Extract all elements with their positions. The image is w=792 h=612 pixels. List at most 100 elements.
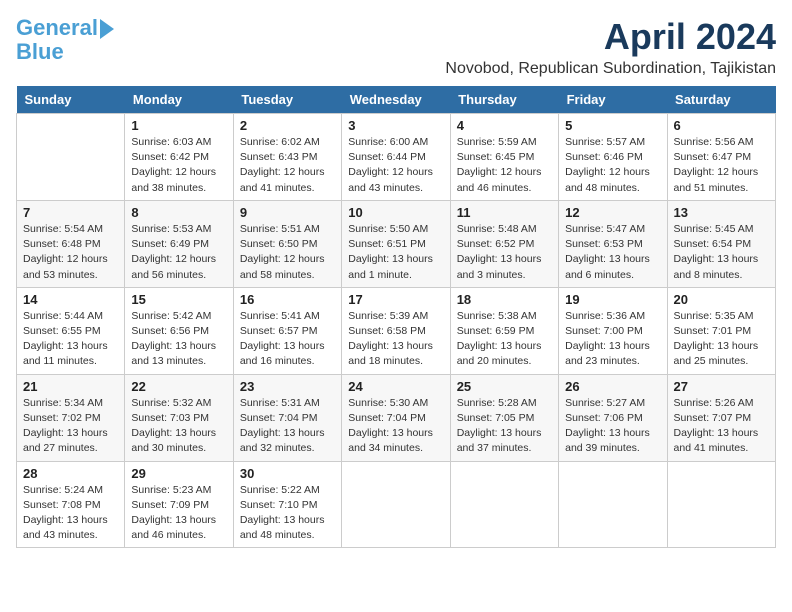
day-info: Sunrise: 5:22 AMSunset: 7:10 PMDaylight:… xyxy=(240,483,335,544)
day-number: 20 xyxy=(674,292,769,307)
day-number: 24 xyxy=(348,379,443,394)
day-number: 14 xyxy=(23,292,118,307)
week-row-1: 1 Sunrise: 6:03 AMSunset: 6:42 PMDaylight… xyxy=(17,114,776,201)
calendar-cell: 4Sunrise: 5:59 AMSunset: 6:45 PMDaylight… xyxy=(450,114,558,201)
calendar-cell: 7 Sunrise: 5:54 AMSunset: 6:48 PMDaylight… xyxy=(17,200,125,287)
logo: General Blue xyxy=(16,16,114,64)
calendar-cell: 19 Sunrise: 5:36 AMSunset: 7:00 PMDayligh… xyxy=(559,287,667,374)
day-info: Sunrise: 5:23 AMSunset: 7:09 PMDaylight:… xyxy=(131,483,226,544)
calendar-cell: 6Sunrise: 5:56 AMSunset: 6:47 PMDaylight… xyxy=(667,114,775,201)
day-info: Sunrise: 5:47 AMSunset: 6:53 PMDaylight:… xyxy=(565,222,660,283)
calendar-cell xyxy=(17,114,125,201)
calendar-cell: 9Sunrise: 5:51 AMSunset: 6:50 PMDaylight… xyxy=(233,200,341,287)
calendar-cell: 30Sunrise: 5:22 AMSunset: 7:10 PMDayligh… xyxy=(233,461,341,548)
calendar-cell: 24 Sunrise: 5:30 AMSunset: 7:04 PMDayligh… xyxy=(342,374,450,461)
calendar-cell: 25 Sunrise: 5:28 AMSunset: 7:05 PMDayligh… xyxy=(450,374,558,461)
day-info: Sunrise: 5:50 AMSunset: 6:51 PMDaylight:… xyxy=(348,222,443,283)
week-row-5: 28Sunrise: 5:24 AMSunset: 7:08 PMDayligh… xyxy=(17,461,776,548)
week-row-4: 21Sunrise: 5:34 AMSunset: 7:02 PMDayligh… xyxy=(17,374,776,461)
calendar-cell: 8 Sunrise: 5:53 AMSunset: 6:49 PMDaylight… xyxy=(125,200,233,287)
day-info: Sunrise: 5:34 AMSunset: 7:02 PMDaylight:… xyxy=(23,396,118,457)
calendar-table: SundayMondayTuesdayWednesdayThursdayFrid… xyxy=(16,86,776,548)
day-number: 9 xyxy=(240,205,335,220)
calendar-cell: 2Sunrise: 6:02 AMSunset: 6:43 PMDaylight… xyxy=(233,114,341,201)
day-info: Sunrise: 6:03 AMSunset: 6:42 PMDaylight:… xyxy=(131,135,226,196)
day-info: Sunrise: 5:45 AMSunset: 6:54 PMDaylight:… xyxy=(674,222,769,283)
calendar-cell xyxy=(450,461,558,548)
day-info: Sunrise: 5:26 AMSunset: 7:07 PMDaylight:… xyxy=(674,396,769,457)
day-number: 7 xyxy=(23,205,118,220)
day-number: 29 xyxy=(131,466,226,481)
calendar-cell: 28Sunrise: 5:24 AMSunset: 7:08 PMDayligh… xyxy=(17,461,125,548)
day-info: Sunrise: 5:41 AMSunset: 6:57 PMDaylight:… xyxy=(240,309,335,370)
day-info: Sunrise: 5:30 AMSunset: 7:04 PMDaylight:… xyxy=(348,396,443,457)
calendar-cell xyxy=(342,461,450,548)
day-info: Sunrise: 5:39 AMSunset: 6:58 PMDaylight:… xyxy=(348,309,443,370)
calendar-cell: 21Sunrise: 5:34 AMSunset: 7:02 PMDayligh… xyxy=(17,374,125,461)
calendar-cell: 23 Sunrise: 5:31 AMSunset: 7:04 PMDayligh… xyxy=(233,374,341,461)
header-sunday: Sunday xyxy=(17,86,125,114)
day-info: Sunrise: 5:36 AMSunset: 7:00 PMDaylight:… xyxy=(565,309,660,370)
calendar-cell: 29 Sunrise: 5:23 AMSunset: 7:09 PMDayligh… xyxy=(125,461,233,548)
day-number: 6 xyxy=(674,118,769,133)
calendar-cell: 27 Sunrise: 5:26 AMSunset: 7:07 PMDayligh… xyxy=(667,374,775,461)
day-number: 12 xyxy=(565,205,660,220)
page-header: General Blue April 2024 Novobod, Republi… xyxy=(16,16,776,78)
day-number: 18 xyxy=(457,292,552,307)
day-number: 1 xyxy=(131,118,226,133)
day-info: Sunrise: 5:32 AMSunset: 7:03 PMDaylight:… xyxy=(131,396,226,457)
day-info: Sunrise: 5:31 AMSunset: 7:04 PMDaylight:… xyxy=(240,396,335,457)
calendar-cell: 26 Sunrise: 5:27 AMSunset: 7:06 PMDayligh… xyxy=(559,374,667,461)
day-number: 23 xyxy=(240,379,335,394)
day-number: 2 xyxy=(240,118,335,133)
calendar-cell: 13Sunrise: 5:45 AMSunset: 6:54 PMDayligh… xyxy=(667,200,775,287)
calendar-cell: 16 Sunrise: 5:41 AMSunset: 6:57 PMDayligh… xyxy=(233,287,341,374)
header-friday: Friday xyxy=(559,86,667,114)
day-number: 17 xyxy=(348,292,443,307)
day-number: 28 xyxy=(23,466,118,481)
month-title: April 2024 xyxy=(445,16,776,58)
calendar-cell: 11Sunrise: 5:48 AMSunset: 6:52 PMDayligh… xyxy=(450,200,558,287)
calendar-cell: 15Sunrise: 5:42 AMSunset: 6:56 PMDayligh… xyxy=(125,287,233,374)
day-number: 16 xyxy=(240,292,335,307)
calendar-cell: 20 Sunrise: 5:35 AMSunset: 7:01 PMDayligh… xyxy=(667,287,775,374)
week-row-3: 14 Sunrise: 5:44 AMSunset: 6:55 PMDayligh… xyxy=(17,287,776,374)
title-block: April 2024 Novobod, Republican Subordina… xyxy=(445,16,776,78)
calendar-cell: 5 Sunrise: 5:57 AMSunset: 6:46 PMDaylight… xyxy=(559,114,667,201)
day-info: Sunrise: 5:57 AMSunset: 6:46 PMDaylight:… xyxy=(565,135,660,196)
header-thursday: Thursday xyxy=(450,86,558,114)
day-info: Sunrise: 5:48 AMSunset: 6:52 PMDaylight:… xyxy=(457,222,552,283)
day-number: 4 xyxy=(457,118,552,133)
calendar-cell: 22 Sunrise: 5:32 AMSunset: 7:03 PMDayligh… xyxy=(125,374,233,461)
day-number: 19 xyxy=(565,292,660,307)
day-number: 27 xyxy=(674,379,769,394)
day-info: Sunrise: 6:00 AMSunset: 6:44 PMDaylight:… xyxy=(348,135,443,196)
calendar-cell: 1 Sunrise: 6:03 AMSunset: 6:42 PMDaylight… xyxy=(125,114,233,201)
header-monday: Monday xyxy=(125,86,233,114)
header-tuesday: Tuesday xyxy=(233,86,341,114)
day-info: Sunrise: 5:53 AMSunset: 6:49 PMDaylight:… xyxy=(131,222,226,283)
day-number: 5 xyxy=(565,118,660,133)
day-number: 8 xyxy=(131,205,226,220)
logo-line1: General xyxy=(16,16,114,40)
logo-general: General xyxy=(16,15,98,40)
day-number: 15 xyxy=(131,292,226,307)
day-info: Sunrise: 5:27 AMSunset: 7:06 PMDaylight:… xyxy=(565,396,660,457)
day-number: 10 xyxy=(348,205,443,220)
header-wednesday: Wednesday xyxy=(342,86,450,114)
day-info: Sunrise: 5:54 AMSunset: 6:48 PMDaylight:… xyxy=(23,222,118,283)
day-info: Sunrise: 5:35 AMSunset: 7:01 PMDaylight:… xyxy=(674,309,769,370)
day-info: Sunrise: 5:44 AMSunset: 6:55 PMDaylight:… xyxy=(23,309,118,370)
day-number: 26 xyxy=(565,379,660,394)
day-info: Sunrise: 5:38 AMSunset: 6:59 PMDaylight:… xyxy=(457,309,552,370)
calendar-cell: 17 Sunrise: 5:39 AMSunset: 6:58 PMDayligh… xyxy=(342,287,450,374)
header-saturday: Saturday xyxy=(667,86,775,114)
week-row-2: 7 Sunrise: 5:54 AMSunset: 6:48 PMDaylight… xyxy=(17,200,776,287)
calendar-cell: 3Sunrise: 6:00 AMSunset: 6:44 PMDaylight… xyxy=(342,114,450,201)
day-info: Sunrise: 5:28 AMSunset: 7:05 PMDaylight:… xyxy=(457,396,552,457)
calendar-cell: 18 Sunrise: 5:38 AMSunset: 6:59 PMDayligh… xyxy=(450,287,558,374)
calendar-cell: 12 Sunrise: 5:47 AMSunset: 6:53 PMDayligh… xyxy=(559,200,667,287)
day-number: 25 xyxy=(457,379,552,394)
day-number: 22 xyxy=(131,379,226,394)
calendar-cell: 14 Sunrise: 5:44 AMSunset: 6:55 PMDayligh… xyxy=(17,287,125,374)
